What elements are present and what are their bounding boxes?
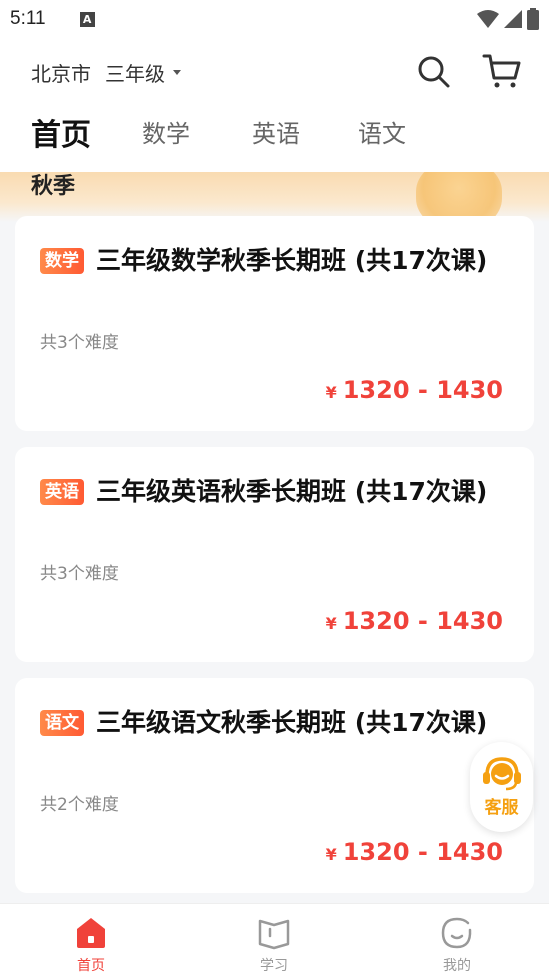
status-time: 5:11: [10, 8, 46, 29]
battery-icon: [527, 8, 539, 30]
nav-item-home[interactable]: 首页: [51, 904, 131, 977]
course-title: 三年级英语秋季长期班 (共17次课): [96, 477, 488, 506]
season-banner: 秋季: [0, 172, 549, 222]
subject-tabs: 首页 数学 英语 语文: [0, 114, 549, 164]
currency-symbol: ¥: [325, 845, 337, 864]
nav-label-study: 学习: [260, 958, 288, 974]
course-card[interactable]: 英语 三年级英语秋季长期班 (共17次课) 共3个难度 ¥ 1320 - 1430: [15, 447, 534, 662]
course-card[interactable]: 数学 三年级数学秋季长期班 (共17次课) 共3个难度 ¥ 1320 - 1430: [15, 216, 534, 431]
home-icon: [77, 918, 105, 948]
cart-icon[interactable]: [482, 52, 522, 90]
currency-symbol: ¥: [325, 383, 337, 402]
banner-title: 秋季: [31, 174, 76, 199]
app-header: 北京市 三年级 首页 数学 英语 语文: [0, 38, 549, 172]
nav-label-home: 首页: [77, 958, 105, 974]
nav-item-mine[interactable]: 我的: [417, 904, 497, 977]
customer-service-button[interactable]: 客服: [470, 742, 533, 832]
price-range: 1320 - 1430: [342, 376, 503, 404]
course-difficulty: 共3个难度: [40, 564, 119, 584]
service-label: 客服: [484, 798, 519, 818]
course-difficulty: 共3个难度: [40, 333, 119, 353]
course-price: ¥ 1320 - 1430: [326, 838, 503, 866]
profile-icon: [441, 917, 472, 949]
price-range: 1320 - 1430: [342, 607, 503, 635]
course-title-block: 语文 三年级语文秋季长期班 (共17次课): [40, 702, 500, 743]
city-label[interactable]: 北京市: [31, 58, 91, 87]
bottom-nav: 首页 学习 我的: [0, 903, 549, 977]
currency-symbol: ¥: [325, 614, 337, 633]
status-bar: 5:11 A: [0, 0, 549, 38]
location-selector[interactable]: 北京市 三年级: [31, 58, 181, 87]
course-title-block: 英语 三年级英语秋季长期班 (共17次课): [40, 471, 500, 512]
tab-math[interactable]: 数学: [142, 114, 190, 149]
course-price: ¥ 1320 - 1430: [326, 376, 503, 404]
nav-label-mine: 我的: [443, 958, 471, 974]
course-title: 三年级语文秋季长期班 (共17次课): [96, 708, 488, 737]
caret-down-icon: [173, 70, 181, 75]
tab-english[interactable]: 英语: [252, 114, 300, 149]
subject-tag: 数学: [40, 248, 84, 274]
grade-selector[interactable]: 三年级: [105, 58, 181, 87]
status-indicators: [477, 8, 539, 30]
course-card[interactable]: 语文 三年级语文秋季长期班 (共17次课) 共2个难度 ¥ 1320 - 1430: [15, 678, 534, 893]
wifi-icon: [477, 10, 499, 28]
nav-item-study[interactable]: 学习: [234, 904, 314, 977]
tab-chinese[interactable]: 语文: [358, 114, 406, 149]
notification-icon: A: [79, 11, 95, 27]
course-title-block: 数学 三年级数学秋季长期班 (共17次课): [40, 240, 500, 281]
course-difficulty: 共2个难度: [40, 795, 119, 815]
course-title: 三年级数学秋季长期班 (共17次课): [96, 246, 488, 275]
price-range: 1320 - 1430: [342, 838, 503, 866]
headset-icon: [482, 757, 521, 791]
signal-icon: [504, 10, 522, 28]
tab-home[interactable]: 首页: [31, 110, 91, 154]
search-icon[interactable]: [416, 54, 452, 90]
subject-tag: 英语: [40, 479, 84, 505]
subject-tag: 语文: [40, 710, 84, 736]
banner-decoration: [416, 172, 502, 222]
course-price: ¥ 1320 - 1430: [326, 607, 503, 635]
grade-label[interactable]: 三年级: [105, 58, 165, 87]
book-icon: [258, 919, 290, 950]
